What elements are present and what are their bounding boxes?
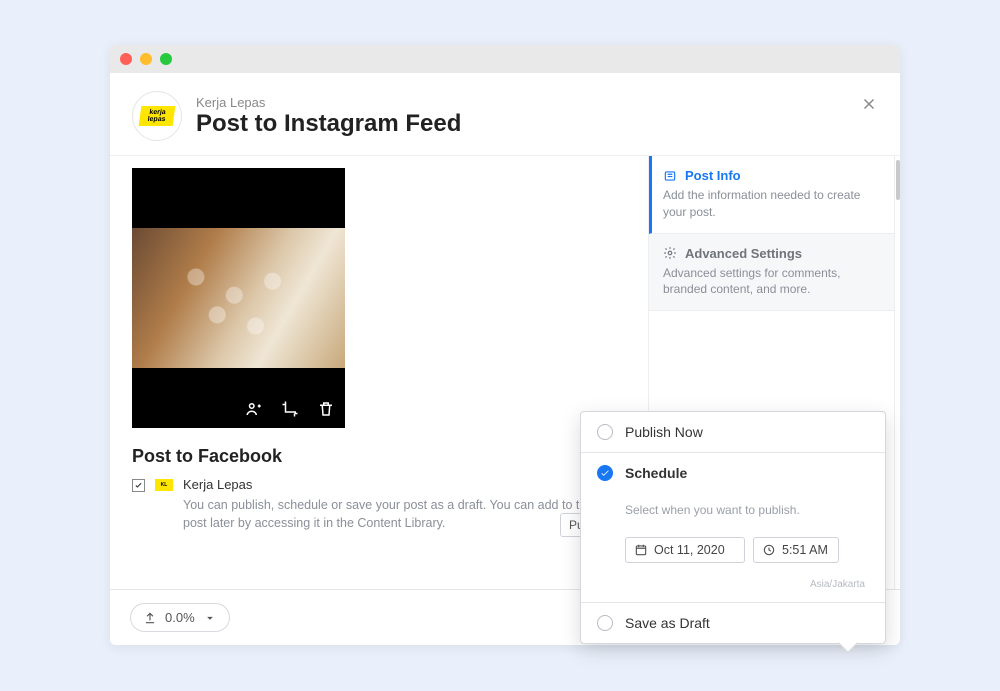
save-draft-label: Save as Draft	[625, 615, 710, 631]
avatar-logo: kerja lepas	[139, 106, 176, 126]
advanced-title: Advanced Settings	[685, 246, 802, 261]
upload-percent: 0.0%	[165, 610, 195, 625]
media-toolbar	[245, 400, 335, 418]
mac-titlebar	[110, 45, 900, 73]
close-dot[interactable]	[120, 53, 132, 65]
sidebar-post-info[interactable]: Post Info Add the information needed to …	[649, 156, 894, 234]
post-info-desc: Add the information needed to create you…	[663, 187, 880, 221]
trash-icon[interactable]	[317, 400, 335, 418]
post-to-facebook-title: Post to Facebook	[132, 446, 626, 467]
schedule-label: Schedule	[625, 465, 687, 481]
sidebar-advanced-settings[interactable]: Advanced Settings Advanced settings for …	[649, 234, 894, 312]
maximize-dot[interactable]	[160, 53, 172, 65]
clock-icon	[762, 543, 776, 557]
modal-header: kerja lepas Kerja Lepas Post to Instagra…	[110, 73, 900, 156]
schedule-time-input[interactable]: 5:51 AM	[753, 537, 839, 563]
facebook-page-text: Kerja Lepas You can publish, schedule or…	[183, 477, 613, 532]
avatar-text-bot: lepas	[147, 116, 166, 123]
close-icon[interactable]	[860, 95, 878, 118]
upload-icon	[143, 611, 157, 625]
schedule-date-input[interactable]: Oct 11, 2020	[625, 537, 745, 563]
media-image	[132, 228, 345, 368]
advanced-desc: Advanced settings for comments, branded …	[663, 265, 880, 299]
gear-icon	[663, 246, 677, 260]
minimize-dot[interactable]	[140, 53, 152, 65]
tag-people-icon[interactable]	[245, 400, 263, 418]
avatar-text-top: kerja	[149, 109, 166, 116]
schedule-subtext: Select when you want to publish.	[625, 503, 869, 517]
upload-progress[interactable]: 0.0%	[130, 603, 230, 632]
header-texts: Kerja Lepas Post to Instagram Feed	[196, 95, 461, 138]
calendar-icon	[634, 543, 648, 557]
crop-icon[interactable]	[281, 400, 299, 418]
brand-name: Kerja Lepas	[196, 95, 461, 110]
facebook-page-name: Kerja Lepas	[183, 477, 613, 492]
option-save-draft[interactable]: Save as Draft	[581, 602, 885, 643]
post-info-icon	[663, 169, 677, 183]
post-info-title: Post Info	[685, 168, 741, 183]
timezone-label: Asia/Jakarta	[597, 579, 865, 590]
radio-schedule[interactable]	[597, 465, 613, 481]
schedule-time-value: 5:51 AM	[782, 543, 828, 557]
facebook-page-desc: You can publish, schedule or save your p…	[183, 496, 613, 532]
radio-save-draft[interactable]	[597, 615, 613, 631]
chevron-down-icon	[203, 611, 217, 625]
page-avatar: kerja lepas	[132, 91, 182, 141]
facebook-page-row: KL Kerja Lepas You can publish, schedule…	[132, 477, 626, 532]
option-publish-now[interactable]: Publish Now	[581, 412, 885, 452]
schedule-date-value: Oct 11, 2020	[654, 543, 725, 557]
radio-publish-now[interactable]	[597, 424, 613, 440]
page-badge-icon: KL	[155, 479, 173, 491]
media-preview[interactable]	[132, 168, 345, 428]
schedule-popover: Publish Now Schedule Select when you wan…	[580, 411, 886, 644]
modal-title: Post to Instagram Feed	[196, 110, 461, 138]
publish-now-label: Publish Now	[625, 424, 703, 440]
option-schedule[interactable]: Schedule Select when you want to publish…	[581, 452, 885, 602]
scrollbar[interactable]	[894, 156, 900, 589]
facebook-page-checkbox[interactable]	[132, 479, 145, 492]
